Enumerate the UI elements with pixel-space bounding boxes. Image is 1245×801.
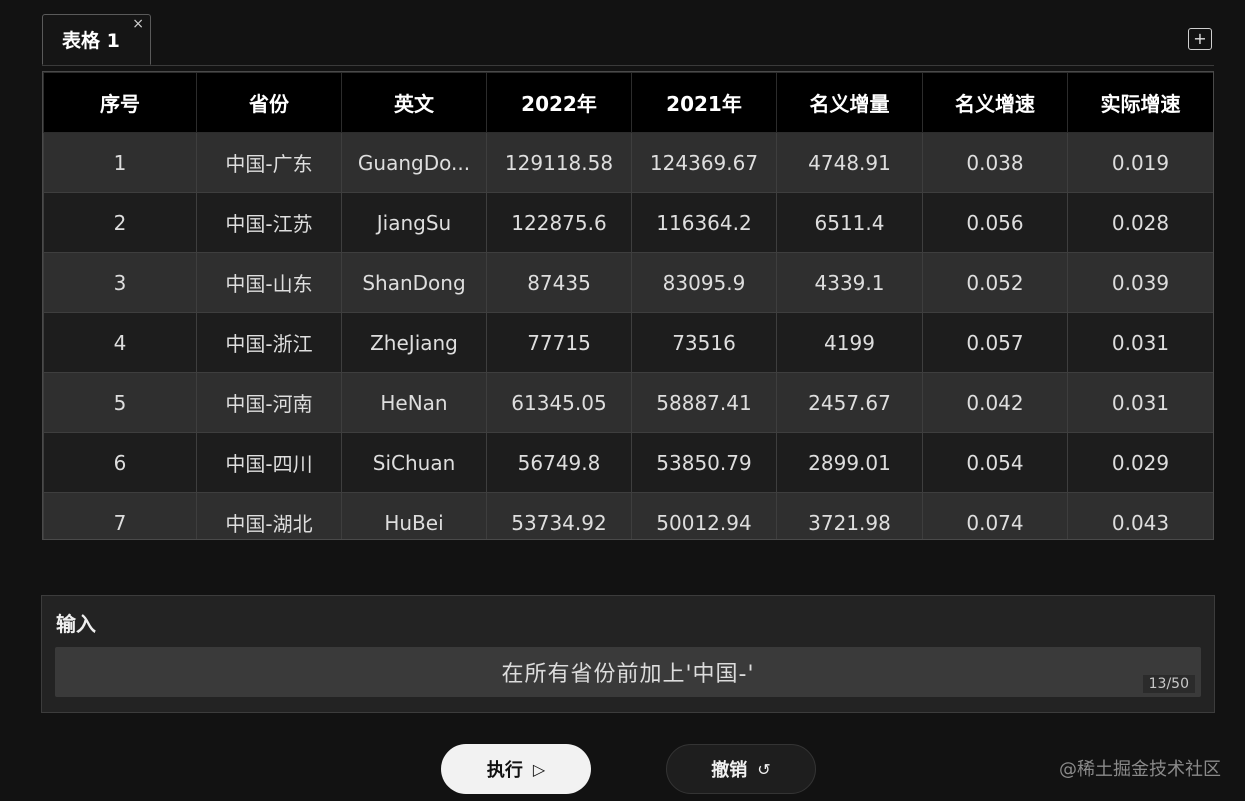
table-cell[interactable]: 0.031 [1067, 372, 1213, 433]
table-row[interactable]: 1 中国-广东 GuangDo... 129118.58 124369.67 4748.9… [43, 132, 1213, 193]
table-cell[interactable]: 2 [43, 192, 197, 253]
table-cell[interactable]: 中国-江苏 [196, 192, 342, 253]
table-cell[interactable]: SiChuan [341, 432, 487, 493]
table-cell[interactable]: 124369.67 [631, 132, 777, 193]
table-row[interactable]: 5 中国-河南 HeNan 61345.05 58887.41 2457.67 0.042 0… [43, 372, 1213, 433]
table-cell[interactable]: 0.031 [1067, 312, 1213, 373]
table-cell[interactable]: 中国-河南 [196, 372, 342, 433]
undo-button[interactable]: 撤销 ↺ [666, 744, 816, 794]
table-cell[interactable]: 0.029 [1067, 432, 1213, 493]
table-cell[interactable]: 56749.8 [486, 432, 632, 493]
table-cell[interactable]: 83095.9 [631, 252, 777, 313]
input-title: 输入 [56, 612, 96, 636]
table-cell[interactable]: 6 [43, 432, 197, 493]
table-cell[interactable]: 中国-四川 [196, 432, 342, 493]
table-cell[interactable]: 4339.1 [776, 252, 923, 313]
table-cell[interactable]: 0.019 [1067, 132, 1213, 193]
table-cell[interactable]: 0.039 [1067, 252, 1213, 313]
table-body: 1 中国-广东 GuangDo... 129118.58 124369.67 4748.9… [43, 132, 1213, 539]
table-cell[interactable]: 116364.2 [631, 192, 777, 253]
table-cell[interactable]: ShanDong [341, 252, 487, 313]
table-cell[interactable]: ZheJiang [341, 312, 487, 373]
undo-icon: ↺ [757, 759, 771, 779]
table-cell[interactable]: 122875.6 [486, 192, 632, 253]
table-cell[interactable]: 0.052 [922, 252, 1068, 313]
close-icon[interactable]: × [132, 17, 144, 31]
table-cell[interactable]: 129118.58 [486, 132, 632, 193]
table-cell[interactable]: HeNan [341, 372, 487, 433]
play-icon: ▷ [532, 759, 546, 779]
table-cell[interactable]: 87435 [486, 252, 632, 313]
table-cell[interactable]: 中国-湖北 [196, 492, 342, 539]
table-row[interactable]: 7 中国-湖北 HuBei 53734.92 50012.94 3721.98 0.074 0… [43, 492, 1213, 539]
table-cell[interactable]: 61345.05 [486, 372, 632, 433]
column-header[interactable]: 序号 [43, 72, 197, 133]
table-cell[interactable]: 3721.98 [776, 492, 923, 539]
table-cell[interactable]: 73516 [631, 312, 777, 373]
table-cell[interactable]: 6511.4 [776, 192, 923, 253]
table-cell[interactable]: 0.057 [922, 312, 1068, 373]
tab-label: 表格 1 [62, 30, 120, 52]
table-cell[interactable]: GuangDo... [341, 132, 487, 193]
undo-label: 撤销 [711, 760, 748, 781]
table-cell[interactable]: 77715 [486, 312, 632, 373]
table-cell[interactable]: 4 [43, 312, 197, 373]
execute-label: 执行 [486, 760, 523, 781]
table-cell[interactable]: 2457.67 [776, 372, 923, 433]
table-row[interactable]: 4 中国-浙江 ZheJiang 77715 73516 4199 0.057 0.031 [43, 312, 1213, 373]
column-header[interactable]: 名义增量 [776, 72, 923, 133]
table-cell[interactable]: 53734.92 [486, 492, 632, 539]
table-cell[interactable]: 7 [43, 492, 197, 539]
table-cell[interactable]: 4748.91 [776, 132, 923, 193]
column-header[interactable]: 实际增速 [1067, 72, 1213, 133]
add-tab-button[interactable]: + [1188, 28, 1212, 50]
tab-table-1[interactable]: 表格 1 × [42, 14, 151, 65]
table-cell[interactable]: 53850.79 [631, 432, 777, 493]
table-header-row: 序号 省份 英文 2022年 2021年 名义增量 名义增速 实际增速 [43, 72, 1213, 133]
table-cell[interactable]: 0.038 [922, 132, 1068, 193]
table-cell[interactable]: 0.043 [1067, 492, 1213, 539]
char-counter: 13/50 [1142, 675, 1195, 693]
table-row[interactable]: 3 中国-山东 ShanDong 87435 83095.9 4339.1 0.052 0.0… [43, 252, 1213, 313]
table-cell[interactable]: 中国-山东 [196, 252, 342, 313]
column-header[interactable]: 2022年 [486, 72, 632, 133]
table-cell[interactable]: 0.042 [922, 372, 1068, 433]
table-cell[interactable]: 中国-浙江 [196, 312, 342, 373]
instruction-input[interactable]: 在所有省份前加上'中国-' 13/50 [55, 647, 1201, 697]
table-cell[interactable]: 中国-广东 [196, 132, 342, 193]
execute-button[interactable]: 执行 ▷ [441, 744, 591, 794]
table-cell[interactable]: 0.056 [922, 192, 1068, 253]
table-cell[interactable]: 1 [43, 132, 197, 193]
column-header[interactable]: 名义增速 [922, 72, 1068, 133]
table-cell[interactable]: 0.074 [922, 492, 1068, 539]
column-header[interactable]: 2021年 [631, 72, 777, 133]
table-cell[interactable]: 0.028 [1067, 192, 1213, 253]
data-table[interactable]: 序号 省份 英文 2022年 2021年 名义增量 名义增速 实际增速 1 中国-广东 Guang… [42, 71, 1214, 540]
table-cell[interactable]: 5 [43, 372, 197, 433]
column-header[interactable]: 省份 [196, 72, 342, 133]
table-cell[interactable]: 0.054 [922, 432, 1068, 493]
table-cell[interactable]: 50012.94 [631, 492, 777, 539]
table-cell[interactable]: 58887.41 [631, 372, 777, 433]
table-row[interactable]: 2 中国-江苏 JiangSu 122875.6 116364.2 6511.4 0.056… [43, 192, 1213, 253]
table-cell[interactable]: 2899.01 [776, 432, 923, 493]
column-header[interactable]: 英文 [341, 72, 487, 133]
table-cell[interactable]: HuBei [341, 492, 487, 539]
table-cell[interactable]: 4199 [776, 312, 923, 373]
watermark: @稀土掘金技术社区 [1059, 759, 1221, 780]
tab-bar: 表格 1 × [42, 14, 1214, 66]
table-cell[interactable]: JiangSu [341, 192, 487, 253]
table-cell[interactable]: 3 [43, 252, 197, 313]
table-row[interactable]: 6 中国-四川 SiChuan 56749.8 53850.79 2899.01 0.054… [43, 432, 1213, 493]
input-value: 在所有省份前加上'中国-' [501, 662, 755, 687]
input-panel: 输入 在所有省份前加上'中国-' 13/50 [41, 595, 1215, 713]
